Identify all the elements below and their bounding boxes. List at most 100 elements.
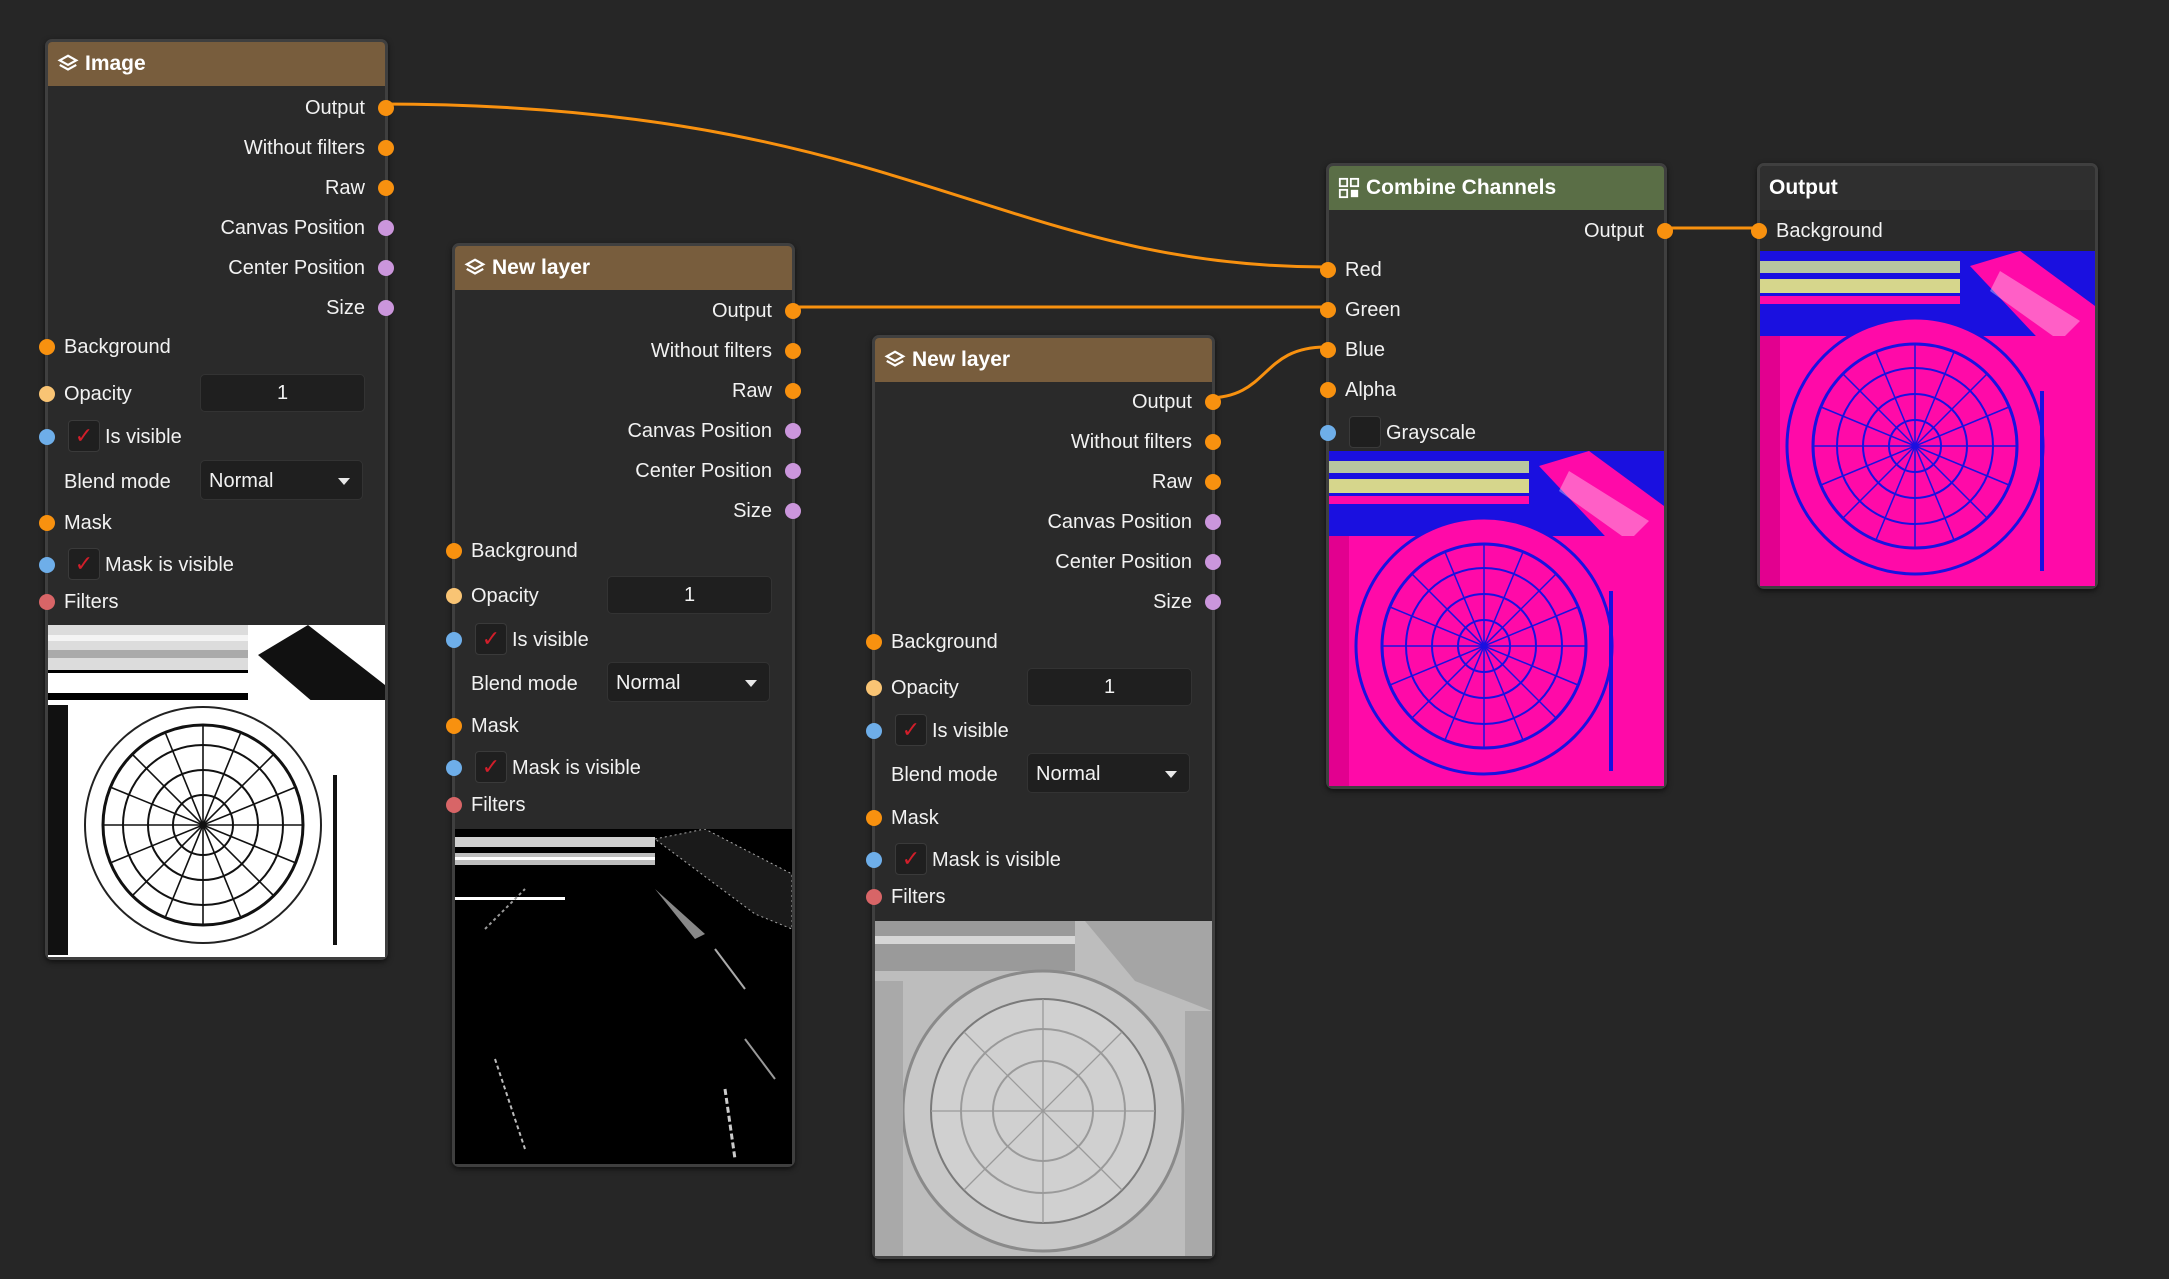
size-socket[interactable]: [1205, 594, 1221, 610]
canvas-position-label: Canvas Position: [220, 217, 365, 239]
mask-visible-socket[interactable]: [866, 852, 882, 868]
blend-mode-select[interactable]: Normal: [607, 662, 770, 702]
mask-socket[interactable]: [866, 810, 882, 826]
combine-channels-header[interactable]: Combine Channels: [1329, 166, 1664, 210]
center-position-port-row: Center Position: [48, 253, 394, 283]
filters-socket[interactable]: [866, 889, 882, 905]
is-visible-checkbox[interactable]: ✓: [475, 623, 507, 655]
is-visible-checkbox[interactable]: ✓: [895, 714, 927, 746]
output-socket[interactable]: [1205, 394, 1221, 410]
new-layer-node-header[interactable]: New layer: [455, 246, 792, 290]
is-visible-socket[interactable]: [39, 429, 55, 445]
alpha-label: Alpha: [1345, 379, 1397, 401]
center-position-label: Center Position: [1055, 551, 1192, 573]
opacity-input[interactable]: 1: [607, 576, 772, 614]
size-label: Size: [326, 297, 365, 319]
size-socket[interactable]: [785, 503, 801, 519]
raw-label: Raw: [1151, 471, 1192, 493]
new-layer-node-2[interactable]: New layer Output Without filters Raw Can…: [866, 335, 1221, 1259]
output-node[interactable]: Output Background: [1751, 163, 2098, 589]
canvas-position-socket[interactable]: [378, 220, 394, 236]
center-position-socket[interactable]: [785, 463, 801, 479]
layer-preview: [875, 921, 1212, 1256]
opacity-label: Opacity: [471, 585, 539, 607]
output-node-header[interactable]: Output: [1760, 166, 2095, 210]
output-port-row: Output: [455, 296, 801, 326]
size-socket[interactable]: [378, 300, 394, 316]
canvas-position-port-row: Canvas Position: [455, 416, 801, 446]
mask-visible-socket[interactable]: [39, 557, 55, 573]
blue-socket[interactable]: [1320, 342, 1336, 358]
green-label: Green: [1345, 299, 1401, 321]
canvas-position-socket[interactable]: [785, 423, 801, 439]
mask-socket[interactable]: [446, 718, 462, 734]
background-socket[interactable]: [1751, 223, 1767, 239]
output-label: Output: [1131, 391, 1192, 413]
raw-socket[interactable]: [378, 180, 394, 196]
opacity-socket[interactable]: [866, 680, 882, 696]
alpha-port-row: Alpha: [1320, 375, 1664, 405]
mask-visible-checkbox[interactable]: ✓: [68, 548, 100, 580]
without-filters-socket[interactable]: [1205, 434, 1221, 450]
background-socket[interactable]: [446, 543, 462, 559]
alpha-socket[interactable]: [1320, 382, 1336, 398]
combine-channels-node[interactable]: Combine Channels Output Red Green Blue A…: [1320, 163, 1673, 789]
background-socket[interactable]: [866, 634, 882, 650]
red-socket[interactable]: [1320, 262, 1336, 278]
output-label: Output: [1583, 220, 1644, 242]
green-socket[interactable]: [1320, 302, 1336, 318]
raw-socket[interactable]: [1205, 474, 1221, 490]
blend-mode-label: Blend mode: [471, 673, 578, 695]
mask-visible-checkbox[interactable]: ✓: [475, 751, 507, 783]
size-port-row: Size: [455, 496, 801, 526]
output-label: Output: [711, 300, 772, 322]
is-visible-socket[interactable]: [446, 632, 462, 648]
image-node-header[interactable]: Image: [48, 42, 385, 86]
is-visible-socket[interactable]: [866, 723, 882, 739]
image-node[interactable]: Image Output Without filters Raw Canvas …: [39, 39, 394, 960]
chevron-down-icon: [338, 478, 350, 485]
opacity-socket[interactable]: [446, 588, 462, 604]
opacity-input[interactable]: 1: [1027, 668, 1192, 706]
is-visible-checkbox[interactable]: ✓: [68, 420, 100, 452]
canvas-position-socket[interactable]: [1205, 514, 1221, 530]
opacity-input[interactable]: 1: [200, 374, 365, 412]
is-visible-label: Is visible: [105, 426, 182, 448]
filters-socket[interactable]: [39, 594, 55, 610]
size-port-row: Size: [48, 293, 394, 323]
node-title: New layer: [492, 256, 591, 279]
center-position-socket[interactable]: [1205, 554, 1221, 570]
filters-port-row: Filters: [39, 587, 385, 617]
mask-visible-socket[interactable]: [446, 760, 462, 776]
grayscale-socket[interactable]: [1320, 425, 1336, 441]
blend-mode-select[interactable]: Normal: [1027, 753, 1190, 793]
mask-visible-label: Mask is visible: [932, 849, 1061, 871]
mask-visible-checkbox[interactable]: ✓: [895, 843, 927, 875]
blend-mode-select[interactable]: Normal: [200, 460, 363, 500]
without-filters-label: Without filters: [650, 340, 772, 362]
new-layer-node-1[interactable]: New layer Output Without filters Raw Can…: [446, 243, 801, 1167]
grayscale-label: Grayscale: [1386, 422, 1477, 444]
output-preview: [1760, 251, 2095, 586]
blend-mode-value: Normal: [616, 672, 681, 694]
filters-label: Filters: [891, 886, 946, 908]
background-socket[interactable]: [39, 339, 55, 355]
filters-socket[interactable]: [446, 797, 462, 813]
mask-port-row: Mask: [866, 803, 1212, 833]
without-filters-socket[interactable]: [785, 343, 801, 359]
mask-socket[interactable]: [39, 515, 55, 531]
output-socket[interactable]: [378, 100, 394, 116]
center-position-socket[interactable]: [378, 260, 394, 276]
canvas-position-port-row: Canvas Position: [875, 507, 1221, 537]
opacity-socket[interactable]: [39, 386, 55, 402]
raw-socket[interactable]: [785, 383, 801, 399]
opacity-label: Opacity: [891, 677, 959, 699]
without-filters-port-row: Without filters: [455, 336, 801, 366]
output-label: Output: [304, 97, 365, 119]
without-filters-socket[interactable]: [378, 140, 394, 156]
grayscale-checkbox[interactable]: [1349, 416, 1381, 448]
new-layer-node-header[interactable]: New layer: [875, 338, 1212, 382]
output-socket[interactable]: [785, 303, 801, 319]
blend-mode-value: Normal: [209, 470, 274, 492]
output-socket[interactable]: [1657, 223, 1673, 239]
